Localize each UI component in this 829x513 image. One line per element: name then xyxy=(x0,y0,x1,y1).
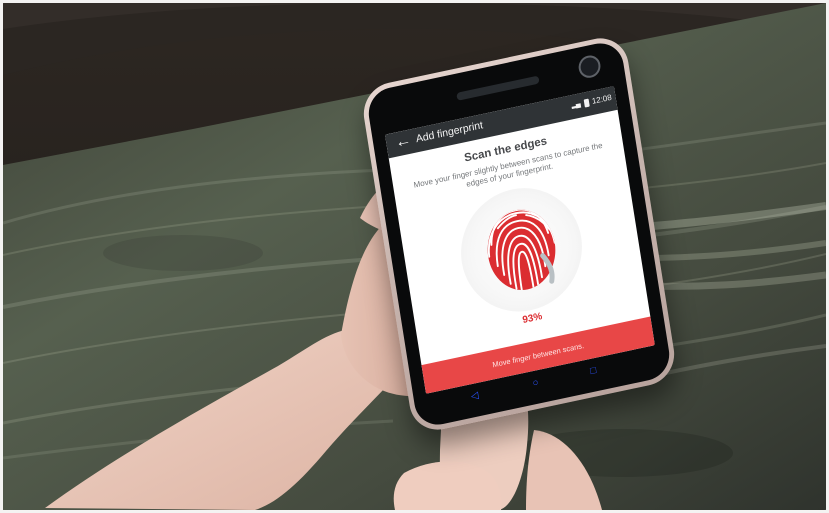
fingerprint-scan-area xyxy=(452,176,591,323)
status-time: 12:08 xyxy=(591,92,613,106)
fingerprint-icon xyxy=(487,208,556,294)
battery-icon xyxy=(583,98,590,108)
recent-apps-icon[interactable]: □ xyxy=(589,365,597,377)
back-arrow-icon[interactable]: ← xyxy=(394,130,415,154)
back-icon[interactable]: ◁ xyxy=(470,390,479,402)
status-bar: ▂▄ 12:08 xyxy=(570,92,613,110)
smartphone: ← Add fingerprint ▂▄ 12:08 Scan the edge… xyxy=(359,32,679,436)
phone-screen: ← Add fingerprint ▂▄ 12:08 Scan the edge… xyxy=(384,86,655,394)
home-icon[interactable]: ○ xyxy=(532,377,540,389)
photo-frame: ← Add fingerprint ▂▄ 12:08 Scan the edge… xyxy=(3,3,826,510)
signal-icon: ▂▄ xyxy=(570,100,581,109)
